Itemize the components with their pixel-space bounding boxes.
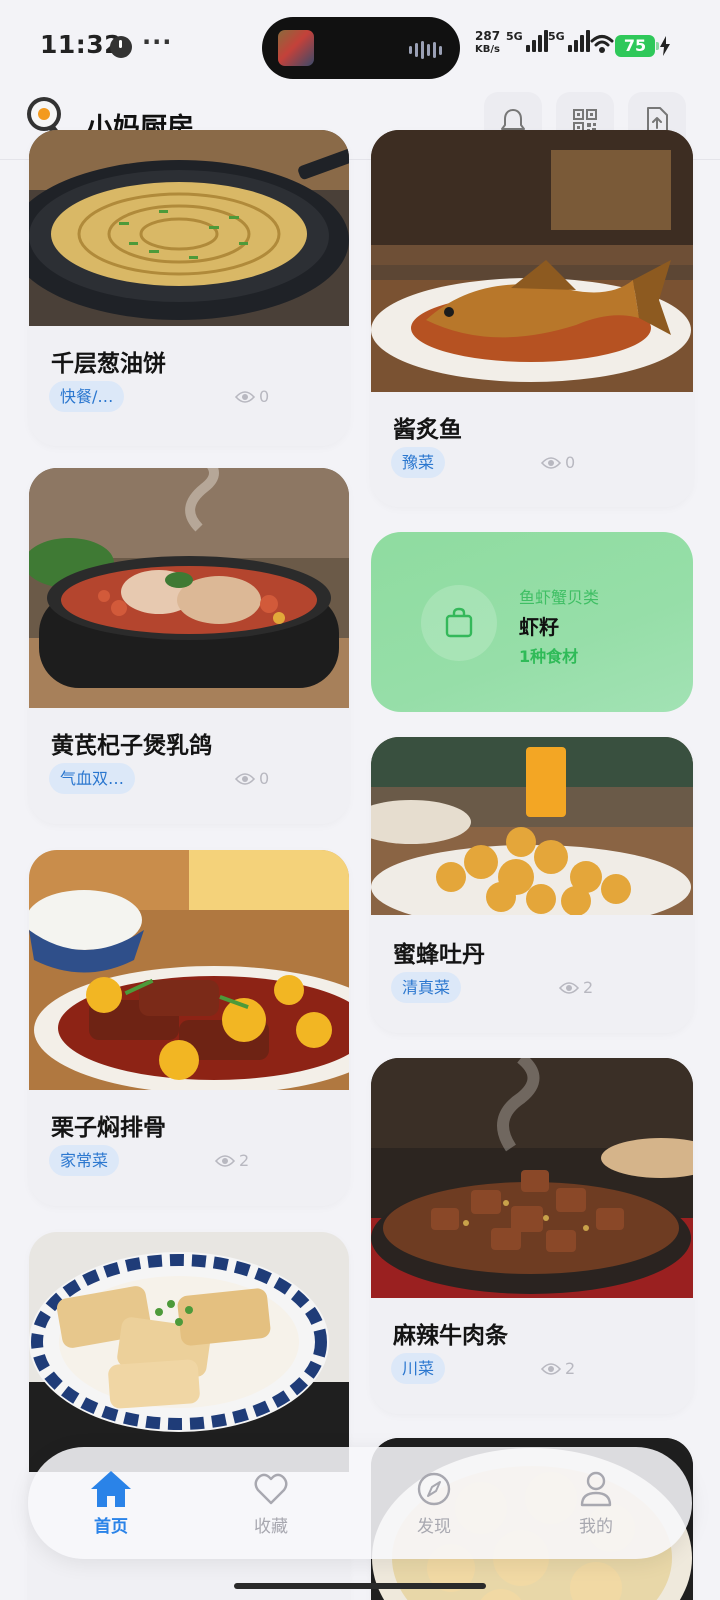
shopping-bag-icon bbox=[445, 607, 473, 638]
network-speed-value: 287 bbox=[475, 29, 501, 43]
home-indicator[interactable] bbox=[234, 1583, 486, 1589]
recipe-name: 蜜蜂吐丹 bbox=[393, 942, 485, 968]
recipe-card[interactable]: 酱炙鱼 豫菜 0 bbox=[371, 130, 693, 507]
view-count-value: 0 bbox=[259, 769, 270, 788]
network-speed: 287 KB/s bbox=[475, 30, 500, 56]
recipe-photo bbox=[29, 130, 349, 326]
network-type-label: 5G bbox=[506, 30, 523, 43]
home-icon bbox=[91, 1471, 131, 1507]
recipe-photo bbox=[29, 468, 349, 708]
recipe-category-tag[interactable]: 清真菜 bbox=[391, 972, 462, 1003]
recipe-name: 千层葱油饼 bbox=[51, 351, 166, 377]
tab-discover[interactable]: 发现 bbox=[379, 1447, 489, 1559]
tab-profile[interactable]: 我的 bbox=[541, 1447, 651, 1559]
view-count: 0 bbox=[541, 453, 575, 472]
recipe-card[interactable]: 黄芪杞子煲乳鸽 气血双… 0 bbox=[29, 468, 349, 824]
recipe-category-tag[interactable]: 川菜 bbox=[391, 1353, 446, 1384]
compass-icon bbox=[417, 1472, 451, 1506]
recipe-category-tag[interactable]: 快餐/… bbox=[49, 381, 125, 412]
wifi-icon bbox=[590, 35, 614, 53]
ingredient-card[interactable]: 鱼虾蟹贝类 虾籽 1种食材 bbox=[371, 532, 693, 712]
status-bar: 11:32 ··· 287 KB/s 5G 5G 75 bbox=[0, 0, 720, 92]
eye-icon bbox=[235, 772, 255, 785]
tab-home[interactable]: 首页 bbox=[56, 1447, 166, 1559]
recipe-photo bbox=[371, 130, 693, 392]
eye-icon bbox=[541, 456, 561, 469]
recipe-photo bbox=[371, 737, 693, 915]
ingredient-name: 虾籽 bbox=[519, 615, 559, 639]
view-count-value: 0 bbox=[565, 453, 576, 472]
audio-wave-icon bbox=[409, 41, 442, 59]
view-count: 2 bbox=[541, 1359, 575, 1378]
more-icon: ··· bbox=[142, 28, 173, 56]
recipe-card[interactable]: 蜜蜂吐丹 清真菜 2 bbox=[371, 737, 693, 1033]
view-count-value: 2 bbox=[565, 1359, 576, 1378]
recipe-name: 栗子焖排骨 bbox=[51, 1115, 166, 1141]
battery-icon: 75 bbox=[615, 35, 659, 57]
view-count: 0 bbox=[235, 769, 269, 788]
dynamic-island[interactable] bbox=[262, 17, 460, 79]
recipe-category-tag[interactable]: 气血双… bbox=[49, 763, 136, 794]
tab-label: 首页 bbox=[94, 1517, 128, 1537]
signal-strength-icon: 5G bbox=[506, 30, 548, 52]
recipe-name: 黄芪杞子煲乳鸽 bbox=[51, 733, 212, 759]
network-speed-unit: KB/s bbox=[475, 44, 501, 55]
eye-icon bbox=[215, 1154, 235, 1167]
eye-icon bbox=[235, 390, 255, 403]
recipe-card[interactable]: 麻辣牛肉条 川菜 2 bbox=[371, 1058, 693, 1414]
recipe-category-tag[interactable]: 豫菜 bbox=[391, 447, 446, 478]
view-count: 2 bbox=[215, 1151, 249, 1170]
ingredient-icon-circle bbox=[421, 585, 497, 661]
tab-label: 发现 bbox=[417, 1517, 451, 1537]
media-thumbnail-icon bbox=[278, 30, 314, 66]
view-count-value: 0 bbox=[259, 387, 270, 406]
ingredient-category: 鱼虾蟹贝类 bbox=[519, 588, 600, 607]
heart-icon bbox=[254, 1473, 288, 1505]
ingredient-count: 1种食材 bbox=[519, 647, 579, 666]
tab-label: 我的 bbox=[579, 1517, 613, 1537]
tab-favorites[interactable]: 收藏 bbox=[216, 1447, 326, 1559]
recipe-name: 麻辣牛肉条 bbox=[393, 1323, 508, 1349]
recipe-card[interactable]: 栗子焖排骨 家常菜 2 bbox=[29, 850, 349, 1206]
view-count: 0 bbox=[235, 387, 269, 406]
eye-icon bbox=[541, 1362, 561, 1375]
signal-strength-icon: 5G bbox=[548, 30, 590, 52]
eye-icon bbox=[559, 981, 579, 994]
view-count-value: 2 bbox=[583, 978, 594, 997]
network-type-label: 5G bbox=[548, 30, 565, 43]
bottom-tab-bar: 首页 收藏 发现 我的 bbox=[28, 1447, 692, 1559]
recipe-photo bbox=[371, 1058, 693, 1298]
recipe-name: 酱炙鱼 bbox=[393, 417, 462, 443]
view-count: 2 bbox=[559, 978, 593, 997]
recipe-photo bbox=[29, 850, 349, 1090]
view-count-value: 2 bbox=[239, 1151, 250, 1170]
recipe-photo bbox=[29, 1232, 349, 1472]
user-icon bbox=[580, 1471, 612, 1507]
recipe-category-tag[interactable]: 家常菜 bbox=[49, 1145, 120, 1176]
clock-icon bbox=[110, 36, 132, 58]
tab-label: 收藏 bbox=[254, 1517, 288, 1537]
charging-icon bbox=[660, 36, 670, 56]
recipe-card[interactable]: 千层葱油饼 快餐/… 0 bbox=[29, 130, 349, 446]
